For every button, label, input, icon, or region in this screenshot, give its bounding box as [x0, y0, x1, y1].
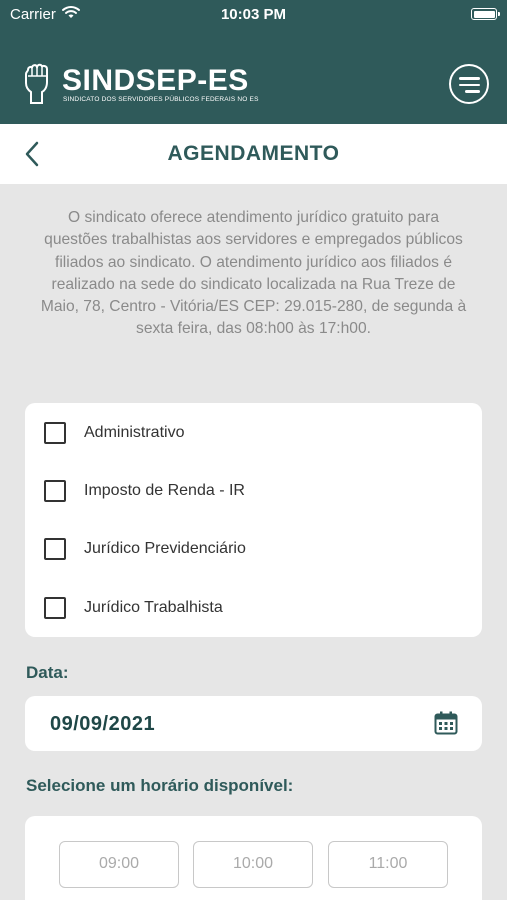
battery-icon — [471, 8, 500, 20]
menu-line — [459, 77, 480, 80]
calendar-icon[interactable] — [434, 711, 458, 735]
intro-text: O sindicato oferece atendimento jurídico… — [40, 209, 467, 338]
option-administrativo[interactable]: Administrativo — [44, 421, 464, 445]
status-time: 10:03 PM — [220, 6, 287, 23]
option-juridico-previdenciario[interactable]: Jurídico Previdenciário — [44, 537, 464, 561]
checkbox[interactable] — [44, 422, 66, 444]
date-label: Data: — [26, 663, 69, 682]
time-slot-button[interactable]: 11:00 — [328, 841, 448, 888]
logo-title: SINDSEP-ES — [62, 64, 249, 97]
time-slot-button[interactable]: 10:00 — [193, 841, 313, 888]
raised-fist-icon — [25, 63, 48, 104]
time-slots-card: 09:00 10:00 11:00 — [25, 816, 482, 900]
checkbox[interactable] — [44, 538, 66, 560]
nav-bar: AGENDAMENTO — [0, 124, 507, 184]
date-value: 09/09/2021 — [50, 713, 156, 735]
menu-line — [465, 90, 480, 93]
checkbox[interactable] — [44, 597, 66, 619]
time-slot-button[interactable]: 09:00 — [59, 841, 179, 888]
logo-subtitle: SINDICATO DOS SERVIDORES PÚBLICOS FEDERA… — [63, 96, 259, 103]
app-header: Carrier 10:03 PM SINDSEP-ES SINDICATO DO… — [0, 0, 507, 124]
date-field[interactable]: 09/09/2021 — [25, 696, 482, 751]
checkbox[interactable] — [44, 480, 66, 502]
menu-line — [459, 83, 480, 86]
page-title: AGENDAMENTO — [167, 142, 340, 165]
option-juridico-trabalhista[interactable]: Jurídico Trabalhista — [44, 596, 464, 620]
menu-button[interactable] — [449, 64, 489, 104]
option-label: Jurídico Trabalhista — [84, 599, 223, 616]
status-bar: Carrier 10:03 PM — [0, 0, 507, 30]
time-select-label: Selecione um horário disponível: — [26, 776, 294, 795]
option-imposto-de-renda[interactable]: Imposto de Renda - IR — [44, 479, 464, 503]
option-label: Imposto de Renda - IR — [84, 482, 245, 499]
option-label: Administrativo — [84, 424, 185, 441]
option-label: Jurídico Previdenciário — [84, 540, 246, 557]
service-options-card: Administrativo Imposto de Renda - IR Jur… — [25, 403, 482, 637]
